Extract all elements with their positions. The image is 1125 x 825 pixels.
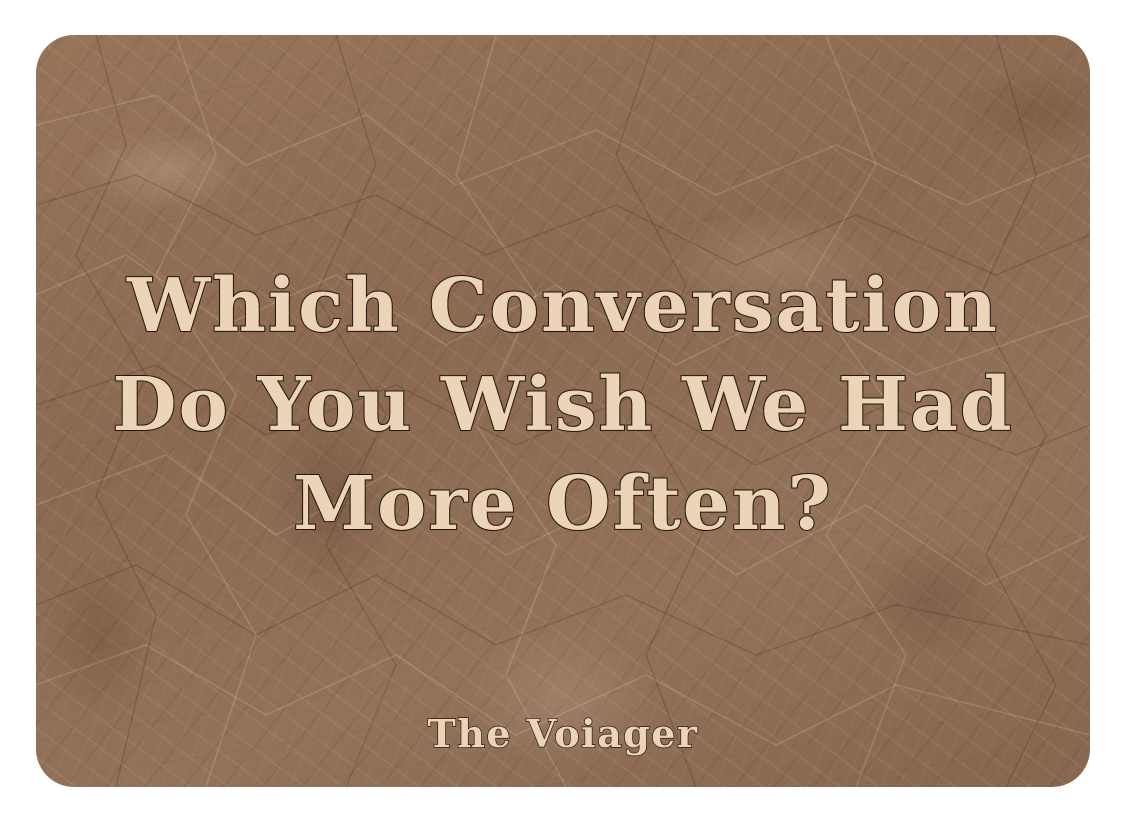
page: Which Conversation Do You Wish We Had Mo… — [0, 0, 1125, 825]
author-credit: The Voiager — [427, 710, 699, 756]
title-line-1: Which Conversation — [126, 262, 999, 350]
title-line-2: Do You Wish We Had — [111, 361, 1014, 449]
question-card: Which Conversation Do You Wish We Had Mo… — [36, 35, 1090, 787]
card-title: Which Conversation Do You Wish We Had Mo… — [36, 257, 1090, 554]
title-line-3: More Often? — [292, 460, 833, 548]
